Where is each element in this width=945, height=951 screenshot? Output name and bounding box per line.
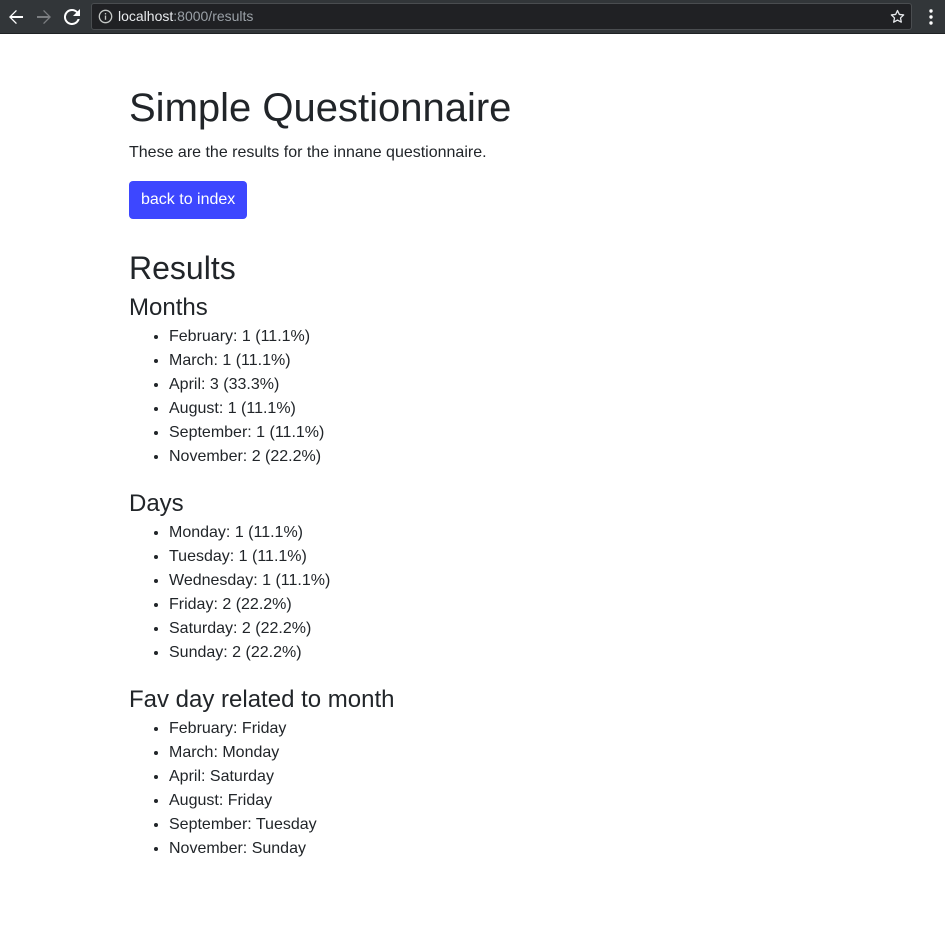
days-section: Days Monday: 1 (11.1%) Tuesday: 1 (11.1%… (129, 489, 330, 665)
list-item: Friday: 2 (22.2%) (169, 593, 330, 617)
list-item: August: 1 (11.1%) (169, 397, 324, 421)
address-bar[interactable]: localhost:8000/results (91, 3, 912, 30)
list-item: March: Monday (169, 741, 394, 765)
browser-toolbar: localhost:8000/results (0, 0, 945, 34)
fav-day-section: Fav day related to month February: Frida… (129, 685, 394, 861)
url-host: localhost (118, 8, 174, 24)
list-item: April: Saturday (169, 765, 394, 789)
months-heading: Months (129, 294, 208, 321)
list-item: February: Friday (169, 717, 394, 741)
months-list: February: 1 (11.1%) March: 1 (11.1%) Apr… (129, 325, 324, 469)
list-item: November: Sunday (169, 837, 394, 861)
info-icon[interactable] (98, 9, 113, 24)
list-item: February: 1 (11.1%) (169, 325, 324, 349)
list-item: Sunday: 2 (22.2%) (169, 641, 330, 665)
kebab-menu-icon[interactable] (925, 7, 937, 27)
page-title: Simple Questionnaire (129, 86, 512, 130)
list-item: April: 3 (33.3%) (169, 373, 324, 397)
reload-button[interactable] (61, 6, 83, 28)
back-nav-button[interactable] (5, 6, 27, 28)
star-icon[interactable] (889, 8, 906, 25)
back-to-index-button[interactable]: back to index (129, 181, 248, 219)
arrow-left-icon (9, 10, 23, 24)
list-item: Tuesday: 1 (11.1%) (169, 545, 330, 569)
fav-day-heading: Fav day related to month (129, 686, 395, 713)
list-item: March: 1 (11.1%) (169, 349, 324, 373)
list-item: September: Tuesday (169, 813, 394, 837)
arrow-right-icon (37, 10, 51, 24)
list-item: November: 2 (22.2%) (169, 445, 324, 469)
list-item: Monday: 1 (11.1%) (169, 521, 330, 545)
months-section: Months February: 1 (11.1%) March: 1 (11.… (129, 293, 324, 469)
fav-day-list: February: Friday March: Monday April: Sa… (129, 717, 394, 861)
list-item: Wednesday: 1 (11.1%) (169, 569, 330, 593)
forward-nav-button[interactable] (33, 6, 55, 28)
days-list: Monday: 1 (11.1%) Tuesday: 1 (11.1%) Wed… (129, 521, 330, 665)
results-heading: Results (129, 250, 236, 286)
url-text[interactable]: localhost:8000/results (118, 8, 253, 25)
list-item: August: Friday (169, 789, 394, 813)
reload-icon (64, 9, 80, 25)
page-description: These are the results for the innane que… (129, 144, 487, 161)
days-heading: Days (129, 490, 184, 517)
url-path: :8000/results (173, 8, 254, 24)
list-item: Saturday: 2 (22.2%) (169, 617, 330, 641)
list-item: September: 1 (11.1%) (169, 421, 324, 445)
